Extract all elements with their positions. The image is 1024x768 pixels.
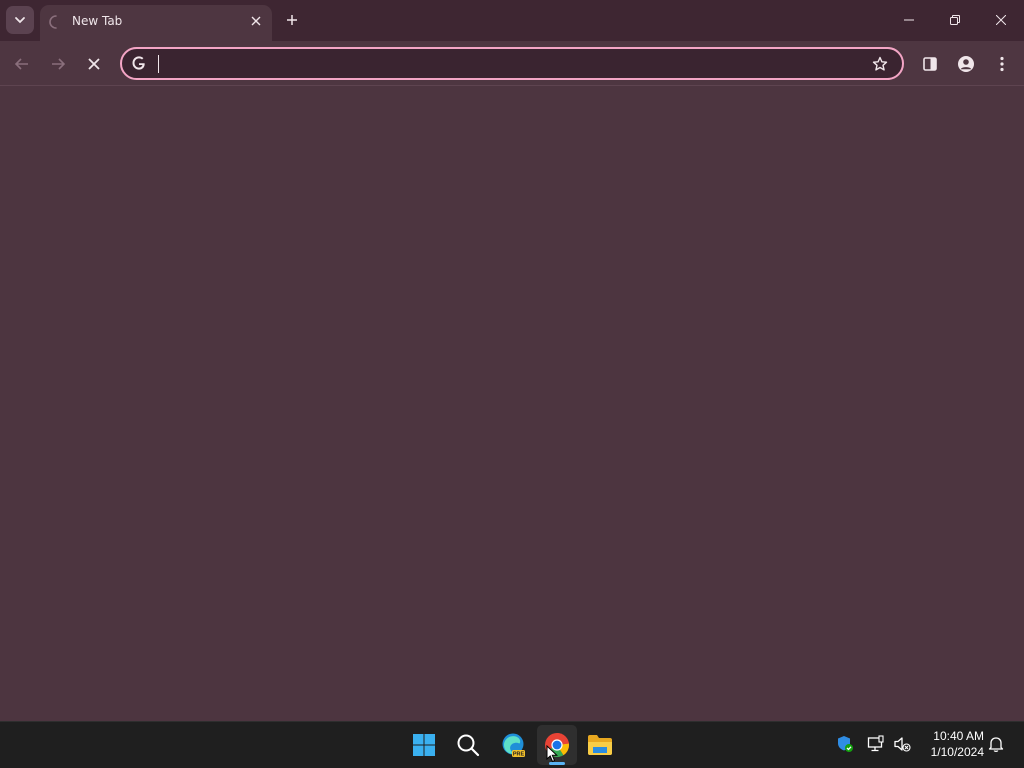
profile-icon (958, 56, 974, 72)
taskbar-edge-beta[interactable]: PRE (493, 725, 533, 765)
close-window-button[interactable] (978, 0, 1024, 40)
tab-title: New Tab (72, 14, 123, 28)
close-icon (251, 16, 261, 26)
title-bar: New Tab (0, 0, 1024, 41)
network-tray[interactable] (866, 734, 886, 754)
address-input[interactable] (156, 53, 856, 75)
text-caret (158, 55, 159, 73)
mouse-cursor-icon (546, 745, 558, 763)
windows-security-tray[interactable] (835, 734, 855, 754)
file-explorer-icon (588, 735, 612, 755)
clock-date: 1/10/2024 (930, 745, 984, 759)
taskbar-search-button[interactable] (448, 725, 488, 765)
new-tab-button[interactable] (280, 8, 304, 32)
notifications-button[interactable] (986, 734, 1006, 754)
windows-start-icon (413, 734, 435, 756)
arrow-left-icon (14, 58, 28, 70)
start-button[interactable] (404, 725, 444, 765)
tab-close-button[interactable] (246, 11, 266, 31)
side-panel-button[interactable] (916, 50, 944, 78)
page-content (0, 87, 1024, 721)
star-icon (872, 56, 888, 71)
chevron-down-icon (15, 17, 25, 24)
tab-search-button[interactable] (6, 6, 34, 34)
close-icon (996, 15, 1006, 25)
side-panel-icon (923, 57, 937, 71)
arrow-right-icon (52, 58, 66, 70)
stop-loading-button[interactable] (80, 50, 108, 78)
google-icon (132, 56, 145, 70)
restore-button[interactable] (932, 0, 978, 40)
close-icon (88, 58, 100, 70)
back-button[interactable] (8, 50, 36, 78)
forward-button[interactable] (44, 50, 72, 78)
taskbar-file-explorer[interactable] (580, 725, 620, 765)
volume-muted-icon (894, 737, 911, 752)
bookmark-star-button[interactable] (868, 52, 892, 76)
loading-spinner-icon (49, 15, 57, 29)
menu-button[interactable] (988, 50, 1016, 78)
search-icon (457, 734, 480, 757)
address-bar[interactable] (120, 47, 904, 80)
restore-icon (950, 15, 960, 25)
plus-icon (287, 15, 297, 25)
taskbar: PRE 10:40 AM 1/10/2024 (0, 721, 1024, 768)
minimize-button[interactable] (886, 0, 932, 40)
bell-icon (988, 737, 1004, 752)
edge-beta-icon: PRE (502, 733, 525, 758)
volume-tray[interactable] (892, 734, 912, 754)
profile-button[interactable] (952, 50, 980, 78)
edge-badge-text: PRE (513, 752, 525, 758)
browser-toolbar (0, 41, 1024, 86)
taskbar-clock[interactable]: 10:40 AM 1/10/2024 (918, 728, 984, 760)
tab-new-tab[interactable]: New Tab (40, 5, 272, 41)
more-vertical-icon (1000, 56, 1004, 72)
clock-time: 10:40 AM (933, 729, 984, 743)
network-icon (867, 735, 884, 752)
minimize-icon (904, 19, 914, 21)
security-shield-icon (838, 736, 853, 752)
